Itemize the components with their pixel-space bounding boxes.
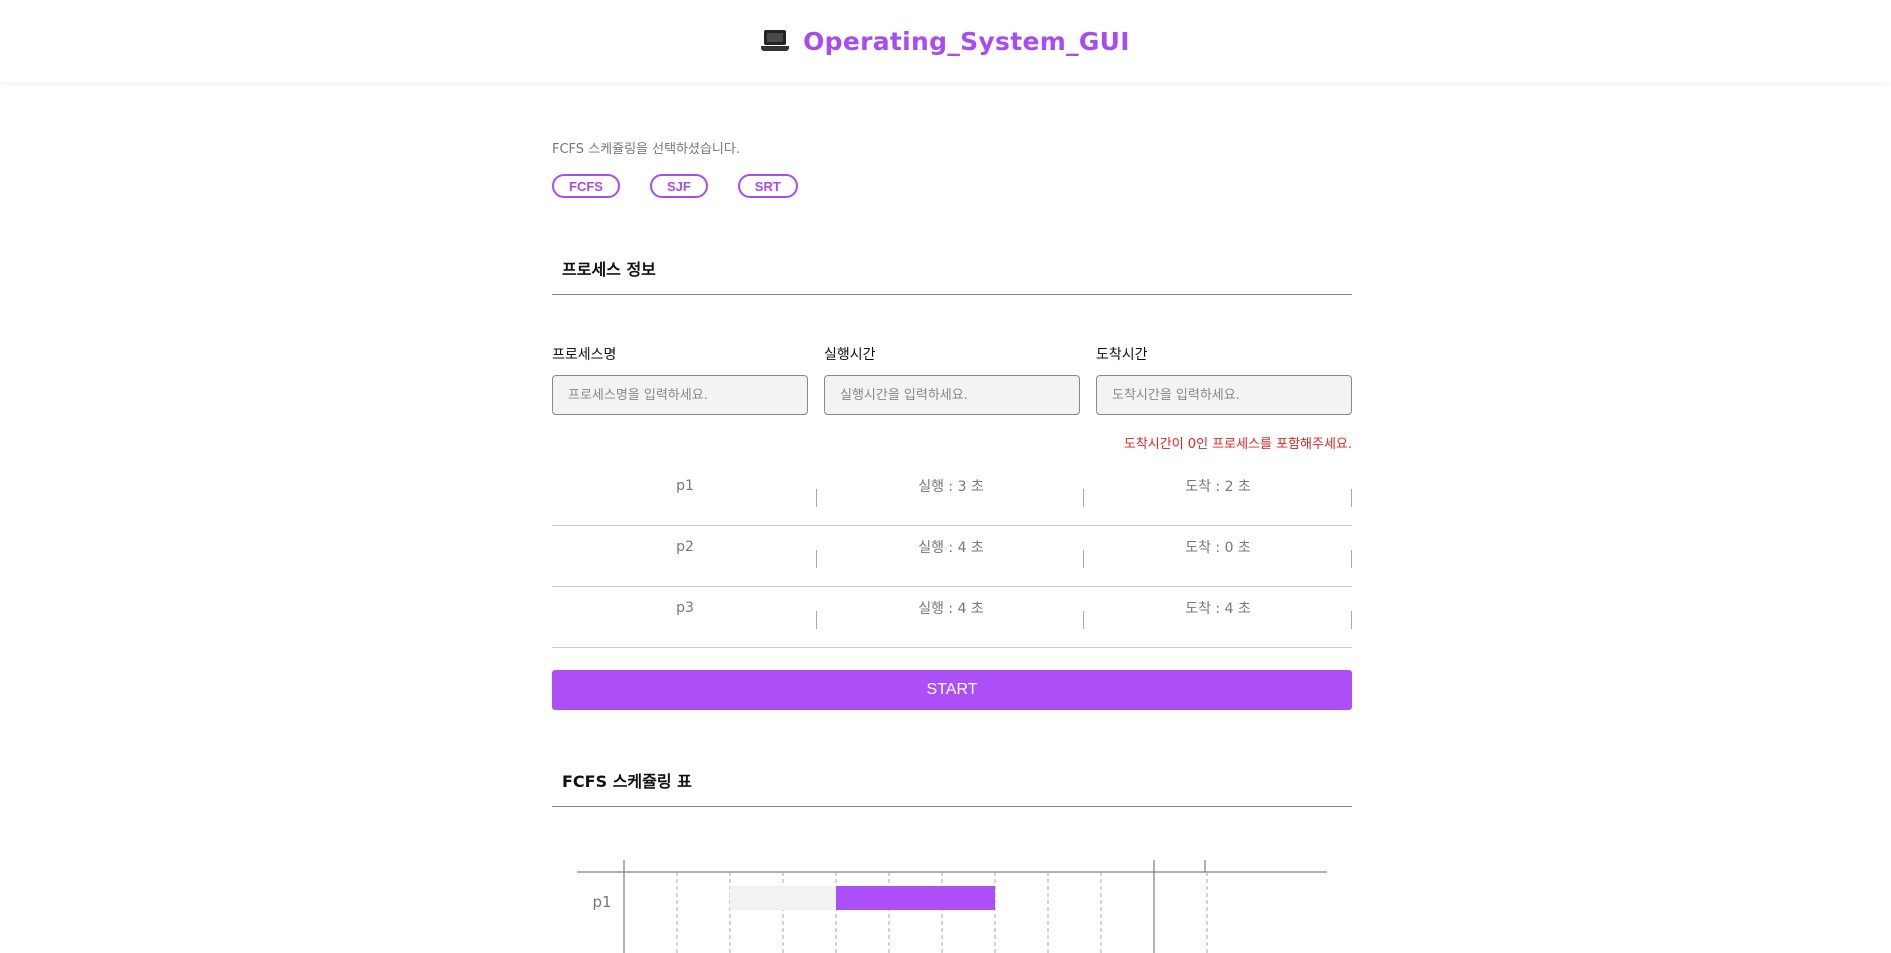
schedule-gantt-chart: p1	[577, 860, 1327, 953]
gantt-run-bar	[836, 886, 995, 910]
column-divider	[1083, 550, 1084, 568]
arrival-time-label: 도착시간	[1096, 347, 1148, 363]
column-divider	[1351, 611, 1352, 629]
process-info-title: 프로세스 정보	[562, 260, 656, 279]
process-name-label: 프로세스명	[552, 347, 617, 363]
gantt-wait-bar	[730, 886, 836, 910]
column-divider	[816, 489, 817, 507]
process-arrival-time: 도착 : 0 초	[1185, 540, 1251, 556]
fcfs-button[interactable]: FCFS	[552, 174, 620, 198]
app-header: Operating_System_GUI	[0, 0, 1891, 82]
column-divider	[816, 550, 817, 568]
arrival-time-input[interactable]	[1096, 375, 1352, 415]
gantt-row-label: p1	[592, 893, 611, 911]
run-time-label: 실행시간	[824, 347, 876, 363]
app-title: Operating_System_GUI	[803, 26, 1130, 56]
process-run-time: 실행 : 4 초	[918, 601, 984, 617]
process-arrival-time: 도착 : 4 초	[1185, 601, 1251, 617]
process-name-input[interactable]	[552, 375, 808, 415]
process-row: p3 실행 : 4 초 도착 : 4 초	[552, 587, 1352, 648]
start-button[interactable]: START	[552, 670, 1352, 710]
section-divider	[552, 294, 1352, 295]
algorithm-buttons: FCFS SJF SRT	[552, 174, 798, 198]
column-divider	[1351, 489, 1352, 507]
warning-message: 도착시간이 0인 프로세스를 포함해주세요.	[1123, 437, 1352, 452]
run-time-input[interactable]	[824, 375, 1080, 415]
section-divider	[552, 806, 1352, 807]
process-name: p2	[676, 539, 694, 555]
schedule-table-title: FCFS 스케쥴링 표	[562, 772, 692, 791]
process-name: p1	[676, 478, 694, 494]
sjf-button[interactable]: SJF	[649, 174, 708, 198]
column-divider	[1083, 489, 1084, 507]
process-arrival-time: 도착 : 2 초	[1185, 479, 1251, 495]
column-divider	[1351, 550, 1352, 568]
process-run-time: 실행 : 3 초	[918, 479, 984, 495]
process-row: p2 실행 : 4 초 도착 : 0 초	[552, 526, 1352, 587]
laptop-icon	[761, 30, 790, 52]
process-run-time: 실행 : 4 초	[918, 540, 984, 556]
brand: Operating_System_GUI	[761, 27, 1130, 56]
srt-button[interactable]: SRT	[737, 174, 798, 198]
process-row: p1 실행 : 3 초 도착 : 2 초	[552, 465, 1352, 526]
selected-algorithm-message: FCFS 스케쥴링을 선택하셨습니다.	[552, 142, 740, 157]
column-divider	[1083, 611, 1084, 629]
column-divider	[816, 611, 817, 629]
process-name: p3	[676, 600, 694, 616]
